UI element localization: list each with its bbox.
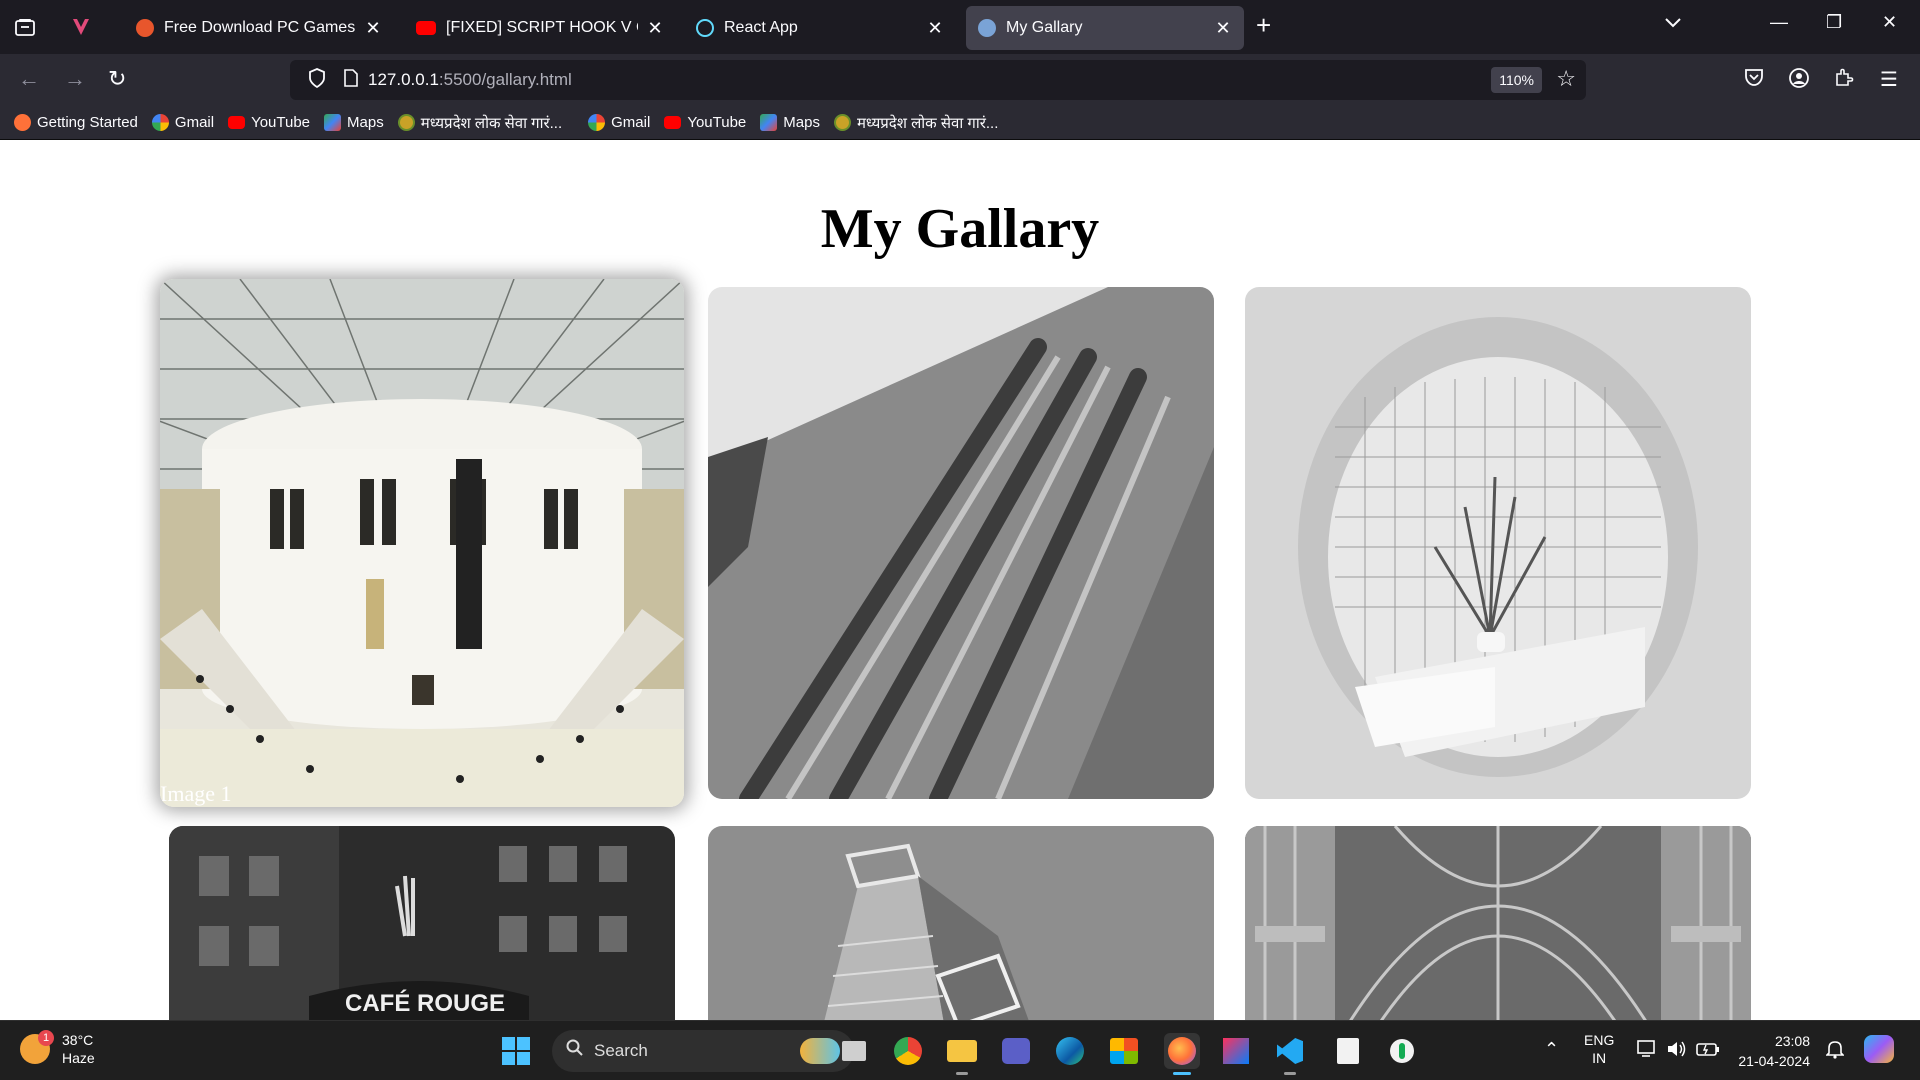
notification-badge: 1 [38, 1030, 54, 1046]
weather-widget[interactable]: 1 38°C Haze [20, 1030, 95, 1067]
tab-free-download-pc-games[interactable]: Free Download PC Games - Ap ✕ [124, 6, 394, 50]
youtube-icon [228, 116, 246, 129]
gallery-image-1[interactable]: Image 1 [160, 279, 684, 807]
weather-condition: Haze [62, 1050, 95, 1066]
tab-my-gallary[interactable]: My Gallary ✕ [966, 6, 1244, 50]
url-bar[interactable]: 127.0.0.1:5500/gallary.html 110% ☆ [290, 60, 1586, 100]
bookmark-mp-lok-seva-2[interactable]: मध्यप्रदेश लोक सेवा गारं... [833, 113, 998, 133]
firefox-icon[interactable] [1164, 1033, 1200, 1075]
bookmark-maps[interactable]: Maps [324, 114, 384, 131]
taskbar-search-box[interactable]: Search [552, 1030, 854, 1072]
clock-time: 23:08 [1774, 1033, 1810, 1049]
cafe-rouge-sign: CAFÉ ROUGE [345, 990, 506, 1017]
youtube-icon [664, 116, 682, 129]
reload-icon[interactable]: ↻ [108, 66, 126, 92]
page-viewport: My Gallary Image 1 CAFÉ ROUGE [0, 141, 1920, 1021]
teams-icon[interactable] [998, 1033, 1034, 1069]
vivaldi-pinned-tab-icon[interactable] [56, 0, 106, 54]
modern-building-photo [708, 826, 1214, 1021]
list-all-tabs-chevron-icon[interactable] [1664, 12, 1682, 33]
app-menu-hamburger-icon[interactable]: ☰ [1880, 67, 1898, 92]
chrome-icon[interactable] [890, 1033, 926, 1069]
bookmark-star-icon[interactable]: ☆ [1556, 66, 1576, 92]
games-site-favicon [136, 19, 154, 37]
forward-arrow-icon[interactable]: → [64, 66, 86, 92]
museum-photo [160, 279, 684, 807]
bookmarks-toolbar: Getting Started Gmail YouTube Maps मध्यप… [0, 106, 1920, 140]
mongodb-compass-icon[interactable] [1384, 1033, 1420, 1069]
clock[interactable]: 23:08 21-04-2024 [1734, 1031, 1810, 1071]
firefox-icon [14, 114, 31, 131]
bookmark-youtube[interactable]: YouTube [228, 114, 310, 131]
gothic-arches-photo [1245, 826, 1751, 1021]
tiled-room-photo [1245, 287, 1751, 799]
close-icon[interactable]: ✕ [1214, 18, 1232, 39]
shield-icon[interactable] [308, 67, 326, 93]
bookmark-maps-2[interactable]: Maps [760, 114, 820, 131]
google-icon [588, 114, 606, 131]
tab-script-hook[interactable]: [FIXED] SCRIPT HOOK V CRITIC ✕ [404, 6, 676, 50]
bookmark-gmail-2[interactable]: Gmail [588, 114, 650, 131]
windows-start-icon[interactable] [502, 1037, 530, 1070]
gallery-image-3[interactable] [1245, 287, 1751, 799]
weather-haze-icon: 1 [20, 1030, 54, 1064]
google-icon [151, 114, 169, 131]
new-tab-plus-icon[interactable]: + [1256, 10, 1271, 41]
mp-seal-icon [833, 114, 851, 131]
vscode-icon[interactable] [1272, 1033, 1308, 1075]
youtube-icon [416, 21, 436, 35]
search-highlight-icon [800, 1038, 840, 1064]
navigation-toolbar: ← → ↻ 127.0.0.1:5500/gallary.html 110% ☆… [0, 54, 1920, 106]
search-icon [566, 1039, 584, 1063]
cathedral-photo [708, 287, 1214, 799]
notification-bell-icon[interactable] [1825, 1039, 1845, 1062]
url-text[interactable]: 127.0.0.1:5500/gallary.html [368, 70, 572, 90]
bookmark-gmail[interactable]: Gmail [151, 114, 214, 131]
edge-icon[interactable] [1052, 1033, 1088, 1069]
maps-icon [760, 114, 778, 131]
minimize-icon[interactable]: — [1770, 12, 1788, 33]
mp-seal-icon [397, 114, 415, 131]
gallery-image-6[interactable] [1245, 826, 1751, 1021]
back-arrow-icon[interactable]: ← [18, 66, 40, 92]
gallery-image-2[interactable] [708, 287, 1214, 799]
bookmark-mp-lok-seva[interactable]: मध्यप्रदेश लोक सेवा गारं... [397, 113, 562, 133]
windows-taskbar: 1 38°C Haze Search ⌃ ENG IN 23:08 21-04-… [0, 1020, 1920, 1080]
close-icon[interactable]: ✕ [646, 18, 664, 39]
microsoft-store-icon[interactable] [1106, 1033, 1142, 1069]
tab-react-app[interactable]: React App ✕ [684, 6, 956, 50]
image-caption: Image 1 [160, 781, 232, 806]
page-info-icon[interactable] [344, 68, 358, 92]
page-favicon-icon [978, 19, 996, 37]
copilot-icon[interactable] [1864, 1035, 1894, 1063]
close-icon[interactable]: ✕ [926, 18, 944, 39]
language-indicator[interactable]: ENG IN [1584, 1031, 1614, 1067]
page-title: My Gallary [820, 198, 1100, 260]
bookmark-getting-started[interactable]: Getting Started [14, 114, 138, 131]
pocket-icon[interactable] [1744, 67, 1764, 93]
account-icon[interactable] [1788, 67, 1810, 95]
close-icon[interactable]: ✕ [364, 18, 382, 39]
show-hidden-icons-chevron[interactable]: ⌃ [1544, 1039, 1559, 1060]
zoom-level-badge[interactable]: 110% [1491, 67, 1542, 93]
window-close-icon[interactable]: ✕ [1882, 12, 1897, 33]
clock-date: 21-04-2024 [1738, 1053, 1810, 1069]
weather-temp: 38°C [62, 1032, 94, 1048]
tab-bar: Free Download PC Games - Ap ✕ [FIXED] SC… [0, 0, 1920, 54]
file-explorer-icon[interactable] [944, 1033, 980, 1075]
intellij-icon[interactable] [1218, 1033, 1254, 1069]
gallery-image-4[interactable]: CAFÉ ROUGE [169, 826, 675, 1021]
react-icon [696, 19, 714, 37]
bookmark-youtube-2[interactable]: YouTube [664, 114, 746, 131]
notepad-icon[interactable] [1330, 1033, 1366, 1069]
gallery-image-5[interactable] [708, 826, 1214, 1021]
extensions-puzzle-icon[interactable] [1834, 67, 1854, 93]
firefox-view-icon[interactable] [0, 0, 50, 54]
restore-icon[interactable]: ❐ [1826, 12, 1842, 33]
battery-icon[interactable] [1696, 1039, 1720, 1062]
volume-icon[interactable] [1666, 1039, 1688, 1062]
task-view-icon[interactable] [836, 1033, 872, 1069]
maps-icon [324, 114, 342, 131]
network-icon[interactable] [1636, 1039, 1658, 1062]
